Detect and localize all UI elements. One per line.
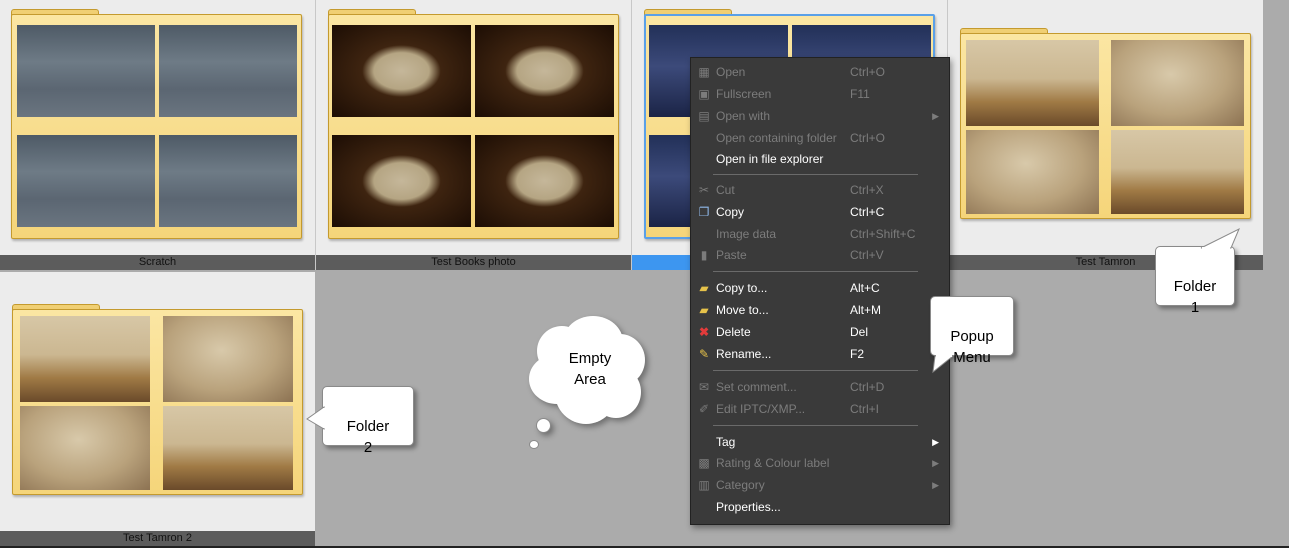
open-with-icon: ▤ (698, 109, 710, 123)
menu-item-fullscreen[interactable]: ▣ Fullscreen F11 (691, 84, 949, 104)
folder-tile-test-books-photo[interactable]: Test Books photo (316, 0, 631, 270)
menu-item-open-with[interactable]: ▤ Open with ▶ (691, 106, 949, 126)
menu-item-copy-to[interactable]: ▰ Copy to... Alt+C (691, 278, 949, 298)
menu-separator (713, 370, 918, 371)
menu-item-tag[interactable]: Tag ▶ (691, 432, 949, 452)
folder-caption: Test Tamron 2 (0, 531, 315, 546)
folder-icon (12, 304, 303, 495)
thumbnail-image (475, 25, 614, 117)
menu-separator (713, 174, 918, 175)
callout-folder-1: Folder 1 (1155, 227, 1240, 316)
iptc-icon: ✐ (698, 402, 710, 416)
menu-item-delete[interactable]: ✖ Delete Del (691, 322, 949, 342)
callout-text: Folder 2 (346, 418, 390, 456)
menu-item-image-data[interactable]: Image data Ctrl+Shift+C (691, 224, 949, 244)
thumbnail-image (332, 25, 471, 117)
thumbnail-image (17, 25, 155, 117)
menu-item-move-to[interactable]: ▰ Move to... Alt+M (691, 300, 949, 320)
thumbnail-image (475, 135, 614, 227)
folder-tile-test-tamron-2[interactable]: Test Tamron 2 (0, 272, 315, 546)
folder-caption: Test Books photo (316, 255, 631, 270)
paste-icon: ▮ (700, 248, 708, 262)
menu-separator (713, 425, 918, 426)
folder-tile-scratch[interactable]: Scratch (0, 0, 315, 270)
menu-item-open[interactable]: ▦ Open Ctrl+O (691, 62, 949, 82)
thumbnail-image (20, 316, 150, 402)
thumbnail-image (20, 406, 150, 490)
menu-item-properties[interactable]: Properties... (691, 497, 949, 517)
thumbnail-image (332, 135, 471, 227)
thumbnail-image (966, 40, 1099, 126)
thought-cloud-dot (529, 440, 539, 449)
callout-pointer (932, 355, 955, 374)
thumbnail-image (17, 135, 155, 227)
menu-item-set-comment[interactable]: ✉ Set comment... Ctrl+D (691, 377, 949, 397)
menu-separator (713, 271, 918, 272)
delete-icon: ✖ (698, 325, 710, 339)
category-icon: ▥ (698, 478, 710, 492)
rename-icon: ✎ (698, 347, 710, 361)
menu-item-category[interactable]: ▥ Category ▶ (691, 475, 949, 495)
folder-icon (328, 9, 619, 239)
move-to-icon: ▰ (699, 303, 709, 317)
submenu-arrow-icon: ▶ (932, 437, 939, 447)
thumbnail-image (159, 25, 297, 117)
comment-icon: ✉ (698, 380, 710, 394)
callout-pointer (1200, 227, 1240, 249)
submenu-arrow-icon: ▶ (932, 458, 939, 468)
submenu-arrow-icon: ▶ (932, 480, 939, 490)
folder-icon (11, 9, 302, 239)
menu-item-copy[interactable]: ❐ Copy Ctrl+C (691, 202, 949, 222)
menu-item-paste[interactable]: ▮ Paste Ctrl+V (691, 245, 949, 265)
folder-icon (960, 28, 1251, 219)
thumbnail-image (1111, 130, 1244, 214)
thumbnail-image (1111, 40, 1244, 126)
cloud-text: Empty Area (568, 350, 612, 388)
menu-item-rename[interactable]: ✎ Rename... F2 (691, 344, 949, 364)
folder-caption: Scratch (0, 255, 315, 270)
open-icon: ▦ (698, 65, 710, 79)
callout-pointer (306, 406, 325, 430)
menu-item-rating-colour-label[interactable]: ▩ Rating & Colour label ▶ (691, 453, 949, 473)
callout-popup-menu: Popup Menu (930, 296, 1014, 374)
thumbnail-image (163, 406, 293, 490)
callout-text: Folder 1 (1173, 278, 1217, 316)
rating-icon: ▩ (698, 456, 710, 470)
context-menu: ▦ Open Ctrl+O ▣ Fullscreen F11 ▤ Open wi… (690, 57, 950, 525)
menu-item-open-containing-folder[interactable]: Open containing folder Ctrl+O (691, 128, 949, 148)
callout-folder-2: Folder 2 (306, 386, 414, 456)
fullscreen-icon: ▣ (698, 87, 710, 101)
submenu-arrow-icon: ▶ (932, 111, 939, 121)
scissors-icon: ✂ (698, 183, 710, 197)
thought-cloud-empty-area: Empty Area (525, 312, 650, 433)
thumbnail-image (966, 130, 1099, 214)
menu-item-cut[interactable]: ✂ Cut Ctrl+X (691, 180, 949, 200)
thumbnail-image (159, 135, 297, 227)
copy-icon: ❐ (698, 205, 710, 219)
menu-item-edit-iptc-xmp[interactable]: ✐ Edit IPTC/XMP... Ctrl+I (691, 399, 949, 419)
thumbnail-image (163, 316, 293, 402)
copy-to-icon: ▰ (699, 281, 709, 295)
menu-item-open-in-file-explorer[interactable]: Open in file explorer (691, 149, 949, 169)
